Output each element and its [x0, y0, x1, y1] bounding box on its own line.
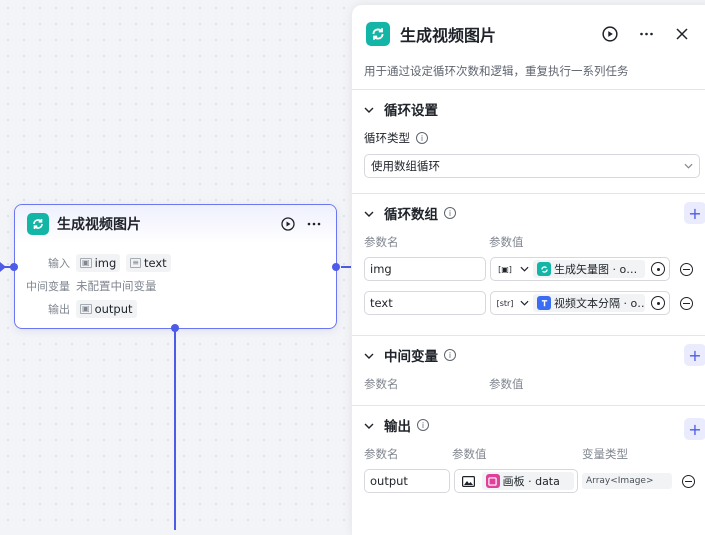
more-icon[interactable]	[304, 214, 324, 234]
more-icon[interactable]	[636, 24, 656, 44]
run-node-button[interactable]	[600, 24, 620, 44]
node-output-port[interactable]	[332, 263, 340, 271]
panel-description: 用于通过设定循环次数和逻辑，重复执行一系列任务	[364, 64, 629, 78]
add-mid-var-button[interactable]: +	[684, 344, 705, 366]
info-icon[interactable]: i	[444, 207, 456, 219]
loop-array-row: img [▣] 生成矢量图 · o…	[364, 252, 700, 286]
close-icon[interactable]	[672, 24, 692, 44]
loop-type-label: 循环类型 i	[364, 128, 700, 148]
output-header[interactable]: 输出 i +	[364, 406, 705, 444]
node-output-tag: ▣ output	[76, 299, 137, 318]
info-icon[interactable]: i	[444, 349, 456, 361]
node-title: 生成视频图片	[57, 217, 141, 233]
loop-settings-title: 循环设置	[384, 103, 438, 119]
chevron-down-icon[interactable]	[364, 207, 384, 220]
output-section: 输出 i + 参数名 参数值 变量类型 output 画板 · data Arr…	[352, 405, 705, 515]
string-type-icon[interactable]: [str]	[494, 299, 516, 308]
info-icon[interactable]: i	[417, 419, 429, 431]
image-type-icon[interactable]	[458, 475, 480, 487]
image-type-icon[interactable]: [▣]	[494, 265, 516, 274]
node-input-label: 输入	[48, 256, 70, 270]
param-value-selector[interactable]: [▣] 生成矢量图 · o…	[490, 257, 670, 281]
param-ref-chip[interactable]: 视频文本分隔 · o…	[533, 294, 645, 312]
loop-array-col-header: 参数名 参数值	[364, 235, 524, 249]
node-input-row: 输入 ▣ img ≡ text	[15, 251, 336, 274]
panel-title: 生成视频图片	[400, 26, 497, 45]
param-value-selector[interactable]: [str] 视频文本分隔 · o…	[490, 291, 670, 315]
chevron-down-icon[interactable]	[364, 419, 384, 432]
add-output-button[interactable]: +	[684, 418, 705, 440]
remove-row-button[interactable]	[680, 262, 693, 276]
loop-array-section: 循环数组 i + 参数名 参数值 img [▣] 生成矢量图 · o… text…	[352, 193, 705, 335]
node-config-panel: 生成视频图片 用于通过设定循环次数和逻辑，重复执行一系列任务 循环设置 循环类型…	[352, 5, 705, 535]
output-title: 输出	[384, 419, 411, 435]
node-input-tag: ▣ img	[76, 253, 121, 272]
add-loop-array-button[interactable]: +	[684, 202, 705, 224]
mid-vars-title: 中间变量	[384, 349, 438, 365]
output-ref-chip[interactable]: 画板 · data	[481, 472, 574, 490]
output-name-input[interactable]: output	[364, 469, 450, 493]
chevron-down-icon[interactable]	[364, 349, 384, 362]
chevron-down-icon[interactable]	[520, 300, 529, 306]
loop-icon	[366, 22, 390, 46]
variable-picker-icon[interactable]	[651, 262, 665, 276]
node-input-port[interactable]	[10, 263, 18, 271]
node-loop-port[interactable]	[171, 324, 179, 332]
output-type-pill: Array<Image>	[582, 473, 672, 489]
loop-array-header[interactable]: 循环数组 i +	[364, 194, 705, 232]
node-mid-label: 中间变量	[26, 279, 70, 293]
chevron-down-icon[interactable]	[364, 103, 384, 116]
vector-node-icon	[537, 262, 551, 276]
node-mid-value: 未配置中间变量	[76, 278, 157, 293]
panel-header: 生成视频图片	[352, 5, 705, 63]
chevron-down-icon	[684, 163, 693, 169]
mid-vars-col-header: 参数名 参数值	[364, 377, 524, 391]
info-icon[interactable]: i	[416, 132, 428, 144]
node-input-tag: ≡ text	[126, 253, 171, 272]
image-type-icon: ▣	[80, 303, 92, 314]
image-type-icon: ▣	[80, 257, 92, 268]
run-node-button[interactable]	[278, 214, 298, 234]
loop-array-title: 循环数组	[384, 207, 438, 223]
string-type-icon: ≡	[130, 257, 141, 268]
remove-output-button[interactable]	[682, 474, 695, 488]
loop-node-card[interactable]: 生成视频图片 输入 ▣ img ≡ text 中间变量 未配置中间变量 输出 ▣ ou…	[14, 204, 337, 329]
param-ref-chip[interactable]: 生成矢量图 · o…	[533, 260, 645, 278]
output-value-selector[interactable]: 画板 · data	[454, 469, 578, 493]
param-name-input[interactable]: text	[364, 291, 486, 315]
loop-array-row: text [str] 视频文本分隔 · o…	[364, 286, 700, 320]
output-row: output 画板 · data Array<Image>	[364, 464, 700, 498]
param-name-input[interactable]: img	[364, 257, 486, 281]
remove-row-button[interactable]	[680, 296, 693, 310]
loop-settings-section: 循环设置 循环类型 i 使用数组循环	[352, 89, 705, 193]
node-header: 生成视频图片	[15, 205, 336, 243]
text-split-node-icon	[537, 296, 551, 310]
board-node-icon	[485, 474, 500, 488]
output-edge	[341, 266, 351, 268]
node-mid-row: 中间变量 未配置中间变量	[15, 274, 336, 297]
output-col-header: 参数名 参数值 变量类型	[364, 447, 628, 461]
loop-body-edge	[174, 330, 176, 530]
edge-arrow-icon	[0, 262, 6, 272]
loop-icon	[27, 213, 49, 235]
chevron-down-icon[interactable]	[520, 266, 529, 272]
node-output-label: 输出	[48, 302, 70, 316]
variable-picker-icon[interactable]	[651, 296, 665, 310]
node-output-row: 输出 ▣ output	[15, 297, 336, 320]
mid-vars-header[interactable]: 中间变量 i +	[364, 336, 705, 374]
loop-type-select[interactable]: 使用数组循环	[364, 154, 700, 178]
mid-vars-section: 中间变量 i + 参数名 参数值	[352, 335, 705, 405]
loop-settings-header[interactable]: 循环设置	[364, 90, 700, 128]
